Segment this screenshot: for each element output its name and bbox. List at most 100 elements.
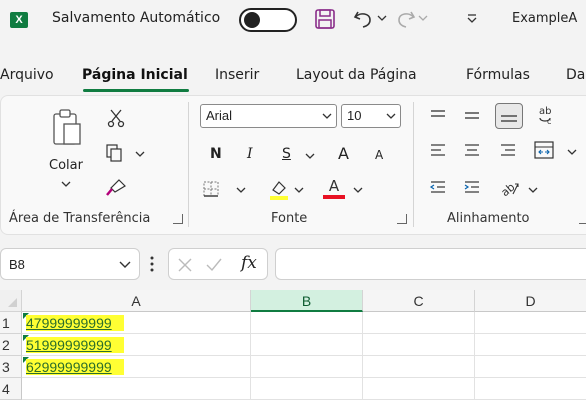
tab-inserir[interactable]: Inserir [215, 67, 259, 83]
cell-d2[interactable] [475, 334, 586, 356]
cell-c3[interactable] [363, 356, 475, 378]
paste-label[interactable]: Colar [49, 158, 83, 173]
align-left-icon[interactable] [429, 142, 447, 160]
copy-icon[interactable] [105, 144, 125, 162]
font-color-icon[interactable]: A [322, 176, 346, 200]
svg-text:ab: ab [539, 106, 551, 117]
cell-c4[interactable] [363, 378, 475, 400]
undo-dropdown-icon[interactable] [377, 14, 387, 22]
align-bottom-button[interactable] [495, 103, 523, 129]
format-painter-icon[interactable] [105, 178, 127, 198]
chevron-down-icon [386, 112, 396, 120]
cell-b3[interactable] [251, 356, 363, 378]
alignment-launcher-icon[interactable] [579, 214, 586, 224]
font-name-select[interactable]: Arial [200, 104, 337, 128]
redo-dropdown-icon[interactable] [418, 14, 428, 22]
column-header-c[interactable]: C [363, 290, 475, 312]
formula-input[interactable] [275, 248, 586, 280]
formula-bar-menu-icon[interactable] [149, 254, 155, 274]
align-top-icon[interactable] [429, 108, 447, 124]
font-launcher-icon[interactable] [397, 214, 407, 224]
spreadsheet-grid: A B C D 1 47999999999 2 51999999999 3 62… [0, 290, 586, 405]
insert-function-button[interactable]: fx [241, 253, 257, 273]
orientation-dropdown-icon[interactable] [528, 186, 538, 194]
cell-b1[interactable] [251, 312, 363, 334]
cell-a4[interactable] [22, 378, 251, 400]
undo-icon[interactable] [352, 8, 376, 30]
name-box[interactable]: B8 [0, 248, 140, 280]
decrease-font-button[interactable]: A [375, 148, 383, 162]
active-tab-indicator [83, 89, 189, 92]
ribbon-tabs: Arquivo Página Inicial Inserir Layout da… [0, 62, 586, 92]
row-header[interactable]: 1 [0, 312, 22, 334]
fill-color-icon[interactable] [268, 178, 290, 200]
title-bar: X Salvamento Automático ExampleA [0, 0, 586, 38]
cell-value: 62999999999 [26, 359, 124, 375]
cell-b2[interactable] [251, 334, 363, 356]
cell-c2[interactable] [363, 334, 475, 356]
font-size-select[interactable]: 10 [341, 104, 401, 128]
merge-center-icon[interactable] [533, 140, 555, 160]
ribbon: Colar Área de Transferência Arial 10 N I… [0, 95, 586, 235]
font-group-label: Fonte [271, 211, 308, 226]
save-icon[interactable] [314, 8, 336, 30]
select-all-corner[interactable] [0, 290, 22, 312]
increase-font-button[interactable]: A [338, 144, 349, 163]
autosave-toggle[interactable] [239, 8, 297, 32]
column-header-d[interactable]: D [475, 290, 586, 312]
tab-formulas[interactable]: Fórmulas [466, 67, 530, 83]
borders-icon[interactable] [202, 180, 220, 198]
cell-d1[interactable] [475, 312, 586, 334]
fill-color-dropdown-icon[interactable] [294, 186, 304, 194]
ribbon-separator [413, 102, 414, 227]
tab-layout-da-pagina[interactable]: Layout da Página [296, 67, 417, 83]
font-color-dropdown-icon[interactable] [353, 186, 363, 194]
customize-toolbar-icon[interactable] [466, 13, 478, 25]
alignment-group-label: Alinhamento [447, 211, 530, 226]
cell-d4[interactable] [475, 378, 586, 400]
merge-dropdown-icon[interactable] [567, 148, 577, 156]
cell-c1[interactable] [363, 312, 475, 334]
column-header-a[interactable]: A [22, 290, 251, 312]
cell-a1[interactable]: 47999999999 [22, 312, 251, 334]
name-box-value: B8 [9, 257, 25, 272]
row-header[interactable]: 2 [0, 334, 22, 356]
column-header-b[interactable]: B [251, 290, 363, 312]
font-size-value: 10 [347, 108, 362, 123]
tab-pagina-inicial[interactable]: Página Inicial [82, 67, 188, 83]
redo-icon[interactable] [393, 8, 417, 30]
excel-logo-icon: X [10, 12, 28, 28]
row-header[interactable]: 3 [0, 356, 22, 378]
cancel-icon[interactable] [177, 257, 193, 273]
paste-dropdown-icon[interactable] [61, 180, 71, 188]
copy-dropdown-icon[interactable] [135, 150, 145, 158]
increase-indent-icon[interactable] [463, 180, 481, 196]
row-header[interactable]: 4 [0, 378, 22, 400]
bold-button[interactable]: N [210, 146, 222, 162]
clipboard-launcher-icon[interactable] [173, 214, 183, 224]
underline-button[interactable]: S [282, 146, 291, 162]
orientation-icon[interactable]: ab [499, 178, 521, 198]
font-name-value: Arial [206, 108, 233, 123]
autosave-label: Salvamento Automático [52, 10, 221, 26]
align-right-icon[interactable] [499, 142, 517, 160]
decrease-indent-icon[interactable] [429, 180, 447, 196]
paste-icon[interactable] [51, 108, 83, 148]
italic-button[interactable]: I [247, 146, 253, 162]
cell-a2[interactable]: 51999999999 [22, 334, 251, 356]
cell-d3[interactable] [475, 356, 586, 378]
tab-dados[interactable]: Da [566, 67, 585, 83]
cell-b4[interactable] [251, 378, 363, 400]
cut-icon[interactable] [107, 108, 125, 128]
tab-arquivo[interactable]: Arquivo [0, 67, 54, 83]
document-title: ExampleA [512, 11, 578, 26]
cell-value: 51999999999 [26, 337, 124, 353]
align-middle-icon[interactable] [463, 108, 481, 124]
underline-dropdown-icon[interactable] [305, 152, 315, 160]
cell-value: 47999999999 [26, 315, 124, 331]
cell-a3[interactable]: 62999999999 [22, 356, 251, 378]
align-center-icon[interactable] [463, 142, 481, 160]
borders-dropdown-icon[interactable] [236, 186, 246, 194]
wrap-text-icon[interactable]: ab c [536, 104, 558, 126]
enter-icon[interactable] [205, 257, 223, 273]
